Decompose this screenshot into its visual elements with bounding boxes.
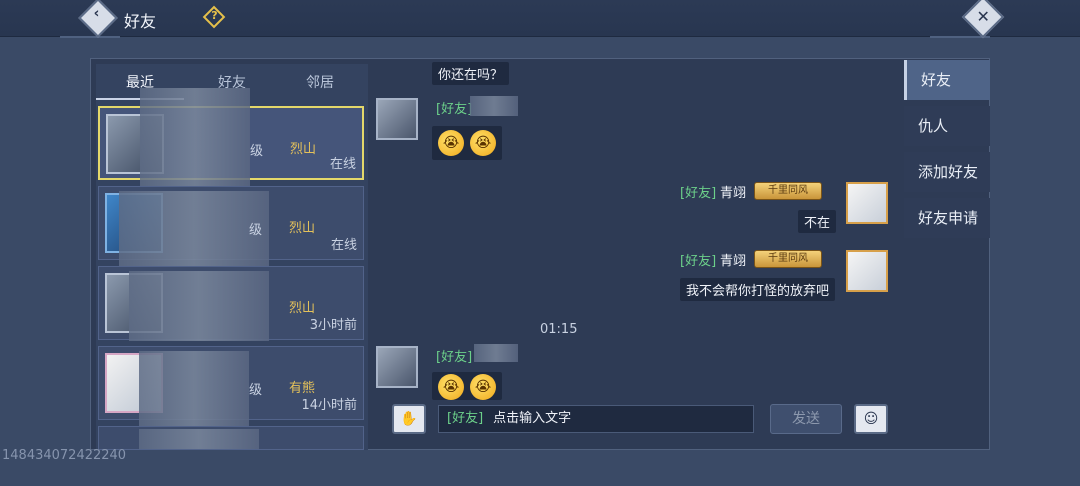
send-button[interactable]: 发送: [770, 404, 842, 434]
crying-emoji-icon: 😭: [470, 130, 496, 156]
friend-card[interactable]: 级 烈山 在线: [98, 186, 364, 271]
blurred-name: [470, 96, 518, 116]
voice-button[interactable]: ✋: [392, 404, 426, 434]
blurred-name: [129, 271, 269, 341]
tab-neighbors[interactable]: 邻居: [276, 68, 364, 98]
nav-enemies[interactable]: 仇人: [904, 106, 990, 146]
friend-card[interactable]: 烈山 3小时前: [98, 266, 364, 341]
emoji-button[interactable]: ☺: [854, 404, 888, 434]
friend-status: 在线: [329, 157, 356, 172]
message-channel: [好友]: [436, 102, 473, 117]
friend-level: 级: [249, 223, 263, 238]
message-channel: [好友]: [436, 350, 473, 365]
message-text: 我不会帮你打怪的放弃吧: [680, 278, 836, 301]
friend-card[interactable]: 级 烈山 在线: [98, 88, 364, 186]
message-channel: [好友]: [680, 186, 717, 201]
emoji-message: 😭 😭: [432, 372, 502, 400]
avatar: [376, 346, 418, 388]
avatar: [846, 182, 888, 224]
back-icon: ‹: [93, 5, 100, 22]
right-nav: 好友 仇人 添加好友 好友申请: [904, 60, 990, 260]
input-channel: [好友]: [447, 411, 484, 426]
nav-friend-requests[interactable]: 好友申请: [904, 198, 990, 238]
friend-faction: 烈山: [290, 142, 317, 157]
top-bar: ‹ 好友 ? ✕: [0, 0, 1080, 39]
crying-emoji-icon: 😭: [438, 374, 464, 400]
friend-level: 级: [250, 144, 264, 159]
crying-emoji-icon: 😭: [438, 130, 464, 156]
nav-friends[interactable]: 好友: [904, 60, 990, 100]
friend-card[interactable]: [98, 426, 364, 450]
message-sender: 青翊: [720, 254, 747, 269]
blurred-name: [140, 88, 250, 186]
message-text: 不在: [798, 210, 837, 233]
nav-add-friend[interactable]: 添加好友: [904, 152, 990, 192]
title-badge: 千里同风: [754, 182, 822, 200]
emoji-message: 😭 😭: [432, 126, 502, 160]
smiley-icon: ☺: [863, 411, 879, 427]
friend-faction: 烈山: [289, 221, 316, 236]
avatar: [376, 98, 418, 140]
hand-icon: ✋: [400, 411, 418, 427]
input-placeholder: 点击输入文字: [493, 411, 572, 426]
chat-input[interactable]: [好友] 点击输入文字: [438, 405, 754, 433]
friend-card[interactable]: 级 有熊 14小时前: [98, 346, 364, 441]
chat-input-row: ✋ [好友] 点击输入文字 发送 ☺: [372, 400, 896, 440]
friend-status: 3小时前: [309, 318, 357, 333]
help-icon[interactable]: ?: [202, 5, 226, 29]
blurred-name: [474, 344, 518, 362]
page-title: 好友: [124, 12, 157, 31]
user-id: 148434072422240: [2, 448, 127, 463]
message-text: 你还在吗？: [432, 62, 510, 85]
message-channel: [好友]: [680, 254, 717, 269]
friend-status: 在线: [330, 238, 357, 253]
blurred-name: [139, 429, 259, 449]
chat-timestamp: 01:15: [540, 322, 578, 337]
avatar: [846, 250, 888, 292]
close-icon: ✕: [976, 6, 990, 26]
message-sender: 青翊: [720, 186, 747, 201]
crying-emoji-icon: 😭: [470, 374, 496, 400]
friend-level: 级: [249, 383, 263, 398]
friend-status: 14小时前: [301, 398, 357, 413]
blurred-name: [119, 191, 269, 271]
chat-area: 你还在吗？ [好友] 😭 😭 [好友] 青翊 千里同风 不在 [好友] 青翊 千…: [370, 60, 896, 400]
title-badge: 千里同风: [754, 250, 822, 268]
